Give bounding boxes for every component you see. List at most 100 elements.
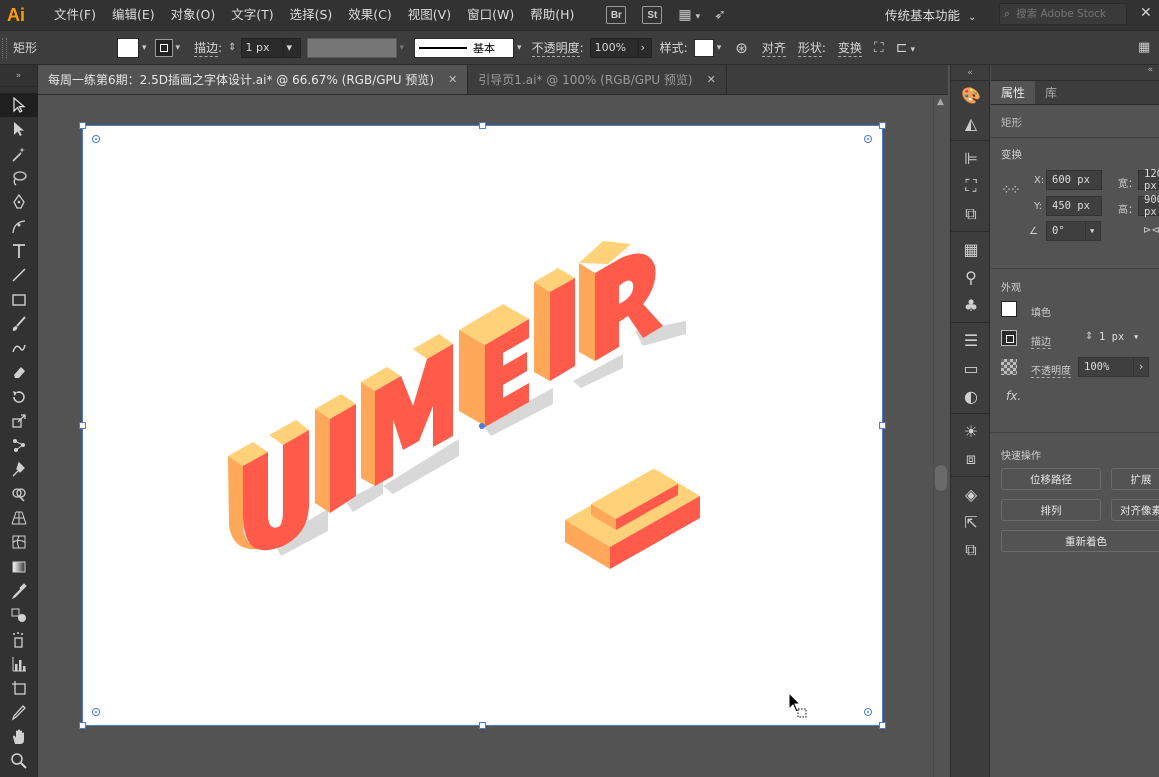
stock-search-field[interactable]: ⌕ <box>999 3 1127 25</box>
fill-swatch[interactable] <box>117 37 139 58</box>
shaper-tool-icon[interactable] <box>0 336 38 360</box>
menu-window[interactable]: 窗口(W) <box>459 0 522 30</box>
bridge-button[interactable]: Br <box>606 6 627 24</box>
workspace-switcher[interactable]: 传统基本功能 ⌄ <box>885 5 976 24</box>
live-corner-widget[interactable] <box>92 135 100 143</box>
curvature-tool-icon[interactable] <box>0 214 38 238</box>
resize-handle-right[interactable] <box>879 422 886 429</box>
stepper-icon[interactable]: ⇕ <box>228 42 236 53</box>
panel-collapse-icon[interactable]: « <box>951 65 989 81</box>
flip-horizontal-icon[interactable]: ⊳⊲ <box>1143 225 1159 236</box>
rotate-tool-icon[interactable] <box>0 385 38 409</box>
arrange-documents-icon[interactable]: ▦ ▾ <box>678 7 700 23</box>
direct-selection-tool-icon[interactable] <box>0 117 38 141</box>
opacity-label[interactable]: 不透明度 <box>531 39 580 57</box>
live-corner-widget[interactable] <box>864 135 872 143</box>
width-field[interactable]: 1200 px <box>1138 168 1159 192</box>
menu-select[interactable]: 选择(S) <box>282 0 341 30</box>
menu-view[interactable]: 视图(V) <box>400 0 459 30</box>
type-tool-icon[interactable] <box>0 239 38 263</box>
resize-handle-top-left[interactable] <box>79 122 86 129</box>
graphic-styles-icon[interactable]: ⧈ <box>951 445 991 473</box>
brush-profile-box[interactable]: 基本 <box>414 37 515 58</box>
selection-tool-icon[interactable] <box>0 93 38 118</box>
close-tab-icon[interactable]: ✕ <box>707 73 716 86</box>
recolor-button[interactable]: 重新着色 <box>1001 530 1159 552</box>
reference-point-icon[interactable]: ⁘⁘ <box>1001 183 1021 198</box>
brushes-icon[interactable]: ⚲ <box>951 263 991 291</box>
close-tab-icon[interactable]: ✕ <box>448 73 457 86</box>
x-position-field[interactable]: 600 px <box>1046 170 1102 190</box>
line-segment-tool-icon[interactable] <box>0 263 38 287</box>
menu-help[interactable]: 帮助(H) <box>522 0 582 30</box>
live-corner-widget[interactable] <box>92 708 100 716</box>
resize-handle-bottom[interactable] <box>479 722 486 729</box>
resize-handle-top[interactable] <box>479 122 486 129</box>
chevron-down-icon[interactable]: ▾ <box>1085 221 1101 241</box>
recolor-artwork-icon[interactable]: ⊛ <box>735 39 748 57</box>
pin-tool-icon[interactable] <box>0 457 38 481</box>
chevron-down-icon[interactable]: ▾ <box>142 43 147 53</box>
artboards-panel-icon[interactable]: ⧉ <box>951 536 991 564</box>
appearance-icon[interactable]: ☀ <box>951 417 991 445</box>
opacity-field[interactable]: 100% <box>589 37 638 58</box>
menu-edit[interactable]: 编辑(E) <box>104 0 163 30</box>
stroke-weight-field[interactable]: 1 px <box>1094 327 1130 347</box>
tab-document-active[interactable]: 每周一练第6期：2.5D插画之字体设计.ai* @ 66.67% (RGB/GP… <box>38 65 469 94</box>
panel-grip[interactable] <box>2 37 7 58</box>
symbol-sprayer-tool-icon[interactable] <box>0 628 38 652</box>
chevron-down-icon[interactable]: ▾ <box>176 43 181 53</box>
tab-document-inactive[interactable]: 引导页1.ai* @ 100% (RGB/GPU 预览) ✕ <box>468 65 727 94</box>
mesh-tool-icon[interactable] <box>0 530 38 554</box>
graphic-style-swatch[interactable] <box>693 38 714 57</box>
scrollbar-thumb[interactable] <box>935 465 947 491</box>
tab-libraries[interactable]: 库 <box>1035 81 1067 104</box>
transform-button[interactable]: 变换 <box>837 39 862 57</box>
expand-button[interactable]: 扩展 <box>1111 468 1159 490</box>
chevron-right-icon[interactable]: › <box>1133 357 1149 377</box>
align-button[interactable]: 对齐 <box>761 39 786 57</box>
transform-panel-icon[interactable]: ⛶ <box>951 172 991 200</box>
chevron-down-icon[interactable]: ▾ <box>717 43 722 53</box>
stepper-icon[interactable]: ⇕ <box>1085 331 1093 342</box>
opacity-label[interactable]: 不透明度 <box>1031 362 1071 378</box>
eyedropper-tool-icon[interactable] <box>0 579 38 603</box>
resize-handle-left[interactable] <box>79 422 86 429</box>
pen-tool-icon[interactable] <box>0 190 38 214</box>
stroke-swatch[interactable] <box>154 38 173 57</box>
eraser-tool-icon[interactable] <box>0 360 38 384</box>
align-pixel-grid-button[interactable]: 对齐像素 <box>1111 499 1159 521</box>
stock-search-input[interactable] <box>1016 8 1117 20</box>
gradient-panel-icon[interactable]: ▭ <box>951 354 991 382</box>
menu-object[interactable]: 对象(O) <box>163 0 224 30</box>
color-palette-icon[interactable]: 🎨 <box>951 81 991 109</box>
resize-handle-bottom-left[interactable] <box>79 722 86 729</box>
close-icon[interactable]: ✕ <box>1140 5 1152 21</box>
scroll-up-icon[interactable]: ▲ <box>937 97 944 107</box>
slice-tool-icon[interactable] <box>0 700 38 724</box>
stroke-panel-icon[interactable]: ☰ <box>951 326 991 354</box>
align-options-icon[interactable]: ⊏ ▾ <box>896 40 915 56</box>
align-panel-icon[interactable]: ⊫ <box>951 144 991 172</box>
gradient-tool-icon[interactable] <box>0 555 38 579</box>
perspective-grid-tool-icon[interactable] <box>0 506 38 530</box>
panel-menu-icon[interactable]: ▦ <box>1138 40 1150 55</box>
variable-width-profile[interactable] <box>306 37 397 58</box>
stroke-label[interactable]: 描边 <box>1031 333 1051 349</box>
rotation-field[interactable]: 0° <box>1046 221 1086 241</box>
rectangle-tool-icon[interactable] <box>0 287 38 311</box>
puppet-warp-tool-icon[interactable] <box>0 433 38 457</box>
resize-handle-top-right[interactable] <box>879 122 886 129</box>
color-guide-icon[interactable]: ◭ <box>951 109 991 137</box>
chevron-down-icon[interactable]: ▾ <box>1130 327 1146 347</box>
layers-icon[interactable]: ◈ <box>951 480 991 508</box>
swatches-icon[interactable]: ▦ <box>951 235 991 263</box>
export-icon[interactable]: ⇱ <box>951 508 991 536</box>
scale-tool-icon[interactable] <box>0 409 38 433</box>
gpu-performance-icon[interactable]: ➶ <box>714 7 726 23</box>
pathfinder-icon[interactable]: ⧉ <box>951 200 991 228</box>
stroke-label[interactable]: 描边 <box>194 39 219 57</box>
fx-label[interactable]: fx. <box>1006 389 1021 403</box>
panel-collapse-icon[interactable]: « <box>991 65 1159 81</box>
artboard-tool-icon[interactable] <box>0 676 38 700</box>
